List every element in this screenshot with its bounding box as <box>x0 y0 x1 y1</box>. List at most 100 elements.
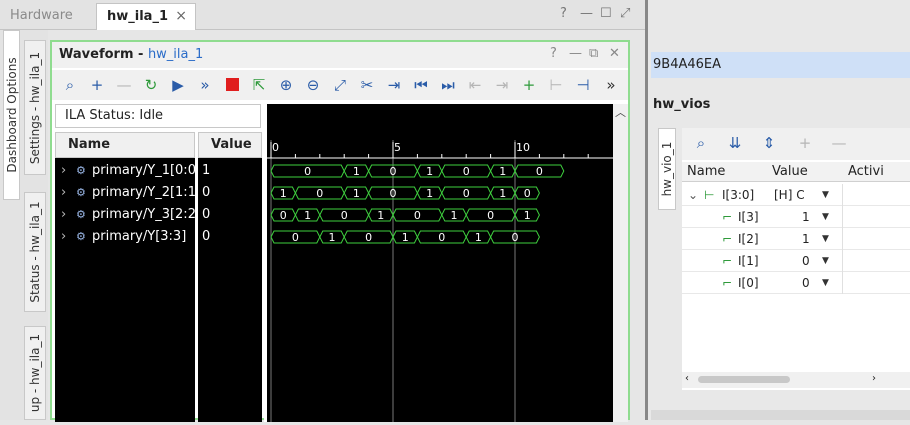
column-header-value[interactable]: Value <box>772 164 808 179</box>
horizontal-scrollbar[interactable]: ‹ › <box>682 372 910 388</box>
probe-bus-icon: ⚙ <box>76 208 86 221</box>
bus-value-label: 0 <box>536 165 543 178</box>
vio-probe-value[interactable]: 1 <box>802 206 810 228</box>
column-header-name[interactable]: Name <box>55 132 195 158</box>
column-header-name[interactable]: Name <box>687 164 725 179</box>
search-icon[interactable]: ⌕ <box>690 134 712 154</box>
zoom-in-icon[interactable]: ⊕ <box>275 74 297 96</box>
minimize-icon[interactable]: — <box>569 46 582 61</box>
restore-icon[interactable]: ⧉ <box>589 46 598 61</box>
vio-probe-value[interactable]: 0 <box>802 250 810 272</box>
expand-all-icon[interactable]: ⇕ <box>758 134 780 154</box>
zoom-out-icon[interactable]: ⊖ <box>302 74 324 96</box>
scroll-thumb[interactable] <box>698 376 790 383</box>
add-marker-icon[interactable]: + <box>518 74 540 96</box>
bus-value-label: 1 <box>353 187 360 200</box>
add-icon[interactable]: + <box>794 134 816 154</box>
signal-row[interactable]: › ⚙ primary/Y[3:3] <box>55 226 195 248</box>
bus-value-label: 1 <box>426 187 433 200</box>
waveform-toolbar: ⌕ + — ↻ ▶ » ⇱ ⊕ ⊖ ⤢ ✂ ⇥ ⏮ ⏭ ⇤ ⇥ + ⊢ ⊣ » <box>52 70 628 100</box>
scroll-right-icon[interactable]: › <box>872 373 876 384</box>
step-signal-icon: ⌐ <box>722 232 733 246</box>
next-transition-icon[interactable]: ⇥ <box>491 74 513 96</box>
tab-hardware[interactable]: Hardware <box>0 3 83 30</box>
signal-row[interactable]: › ⚙ primary/Y_1[0:0] <box>55 160 201 182</box>
waveform-header: Waveform - hw_ila_1 ? — ⧉ ✕ <box>52 42 628 68</box>
next-marker-icon[interactable]: ⊣ <box>572 74 594 96</box>
vio-toolbar: ⌕ ⇊ ⇕ + — <box>682 128 910 160</box>
bus-value-label: 0 <box>390 165 397 178</box>
close-icon[interactable]: ✕ <box>609 46 620 61</box>
vio-probe-row[interactable]: ⌐ I[1] 0 ▼ <box>682 250 910 272</box>
remove-icon[interactable]: — <box>828 134 850 154</box>
previous-transition-icon[interactable]: ⇤ <box>464 74 486 96</box>
close-tab-icon[interactable]: × <box>175 4 187 29</box>
value-dropdown-icon[interactable]: ▼ <box>822 184 829 206</box>
collapse-chevron-icon[interactable]: ⌄ <box>688 184 698 206</box>
vio-probe-value[interactable]: 0 <box>802 272 810 294</box>
signal-row[interactable]: › ⚙ primary/Y_2[1:1] <box>55 182 201 204</box>
column-header-activity[interactable]: Activi <box>848 164 884 179</box>
previous-marker-icon[interactable]: ⊢ <box>545 74 567 96</box>
expand-chevron-icon[interactable]: › <box>61 204 66 226</box>
tab-status-hw-ila-1[interactable]: Status - hw_ila_1 <box>24 192 46 312</box>
tab-setup-hw-ila-1[interactable]: up - hw_ila_1 <box>24 326 46 420</box>
go-to-cursor-icon[interactable]: ⇥ <box>383 74 405 96</box>
restore-icon[interactable]: ☐ <box>600 6 612 21</box>
float-icon[interactable]: ⤢ <box>620 6 630 21</box>
column-header-value[interactable]: Value <box>198 132 262 158</box>
minimize-icon[interactable]: — <box>580 6 593 21</box>
help-icon[interactable]: ? <box>550 46 557 61</box>
signal-row[interactable]: › ⚙ primary/Y_3[2:2] <box>55 204 201 226</box>
tab-hw-vio-1[interactable]: hw_vio_1 <box>658 128 676 210</box>
waveform-canvas[interactable]: 0 5 10 0 1 0 1 0 1 0 1 0 1 0 1 0 1 0 0 1 0 1 0 1 0 1 0 1 0 1 0 1 0 <box>267 104 613 422</box>
go-to-start-icon[interactable]: ⏮ <box>410 74 432 96</box>
expand-chevron-icon[interactable]: › <box>61 226 66 248</box>
vio-probe-group-row[interactable]: ⌄ ⊢ I[3:0] [H] C ▼ <box>682 184 910 206</box>
bus-value-label: 1 <box>329 231 336 244</box>
vio-probe-value[interactable]: [H] C <box>774 184 805 206</box>
vio-probe-value[interactable]: 1 <box>802 228 810 250</box>
bus-value-label: 0 <box>438 231 445 244</box>
value-dropdown-icon[interactable]: ▼ <box>822 228 829 250</box>
signal-value: 0 <box>202 185 211 200</box>
expand-chevron-icon[interactable]: › <box>61 160 66 182</box>
value-dropdown-icon[interactable]: ▼ <box>822 272 829 294</box>
signal-name: primary/Y_2[1:1] <box>92 185 202 200</box>
vertical-scrollbar[interactable]: ︿ <box>613 104 628 422</box>
value-dropdown-icon[interactable]: ▼ <box>822 250 829 272</box>
search-icon[interactable]: ⌕ <box>59 74 81 96</box>
cursor-icon[interactable]: ✂ <box>356 74 378 96</box>
run-trigger-icon[interactable]: ▶ <box>167 74 189 96</box>
refresh-icon[interactable]: ↻ <box>140 74 162 96</box>
add-icon[interactable]: + <box>86 74 108 96</box>
scroll-up-icon[interactable]: ︿ <box>615 104 626 120</box>
tab-dashboard-options[interactable]: Dashboard Options <box>3 30 20 200</box>
tab-label: up - hw_ila_1 <box>28 333 42 413</box>
vio-probe-row[interactable]: ⌐ I[3] 1 ▼ <box>682 206 910 228</box>
go-to-end-icon[interactable]: ⏭ <box>437 74 459 96</box>
collapse-all-icon[interactable]: ⇊ <box>724 134 746 154</box>
tab-settings-hw-ila-1[interactable]: Settings - hw_ila_1 <box>24 40 46 175</box>
export-icon[interactable]: ⇱ <box>248 74 270 96</box>
signal-value-row: 0 <box>198 182 262 204</box>
value-dropdown-icon[interactable]: ▼ <box>822 206 829 228</box>
help-icon[interactable]: ? <box>560 6 567 21</box>
stop-icon[interactable] <box>221 74 243 96</box>
tab-hw-ila-1[interactable]: hw_ila_1 × <box>96 3 196 30</box>
run-immediate-icon[interactable]: » <box>194 74 216 96</box>
right-panel: 9B4A46EA hw_vios hw_vio_1 ⌕ ⇊ ⇕ + — Name… <box>645 0 910 420</box>
waveform-probe-link[interactable]: hw_ila_1 <box>148 47 203 62</box>
vio-probe-row[interactable]: ⌐ I[2] 1 ▼ <box>682 228 910 250</box>
scroll-left-icon[interactable]: ‹ <box>685 373 689 384</box>
tab-label: Settings - hw_ila_1 <box>28 51 42 164</box>
device-id-row[interactable]: 9B4A46EA <box>651 52 910 78</box>
bus-value-label: 0 <box>414 209 421 222</box>
more-icon[interactable]: » <box>600 74 622 96</box>
expand-chevron-icon[interactable]: › <box>61 182 66 204</box>
remove-icon[interactable]: — <box>113 74 135 96</box>
zoom-fit-icon[interactable]: ⤢ <box>329 74 351 96</box>
bus-value-label: 0 <box>463 165 470 178</box>
vio-probe-name: I[3:0] <box>722 188 755 202</box>
vio-probe-row[interactable]: ⌐ I[0] 0 ▼ <box>682 272 910 294</box>
